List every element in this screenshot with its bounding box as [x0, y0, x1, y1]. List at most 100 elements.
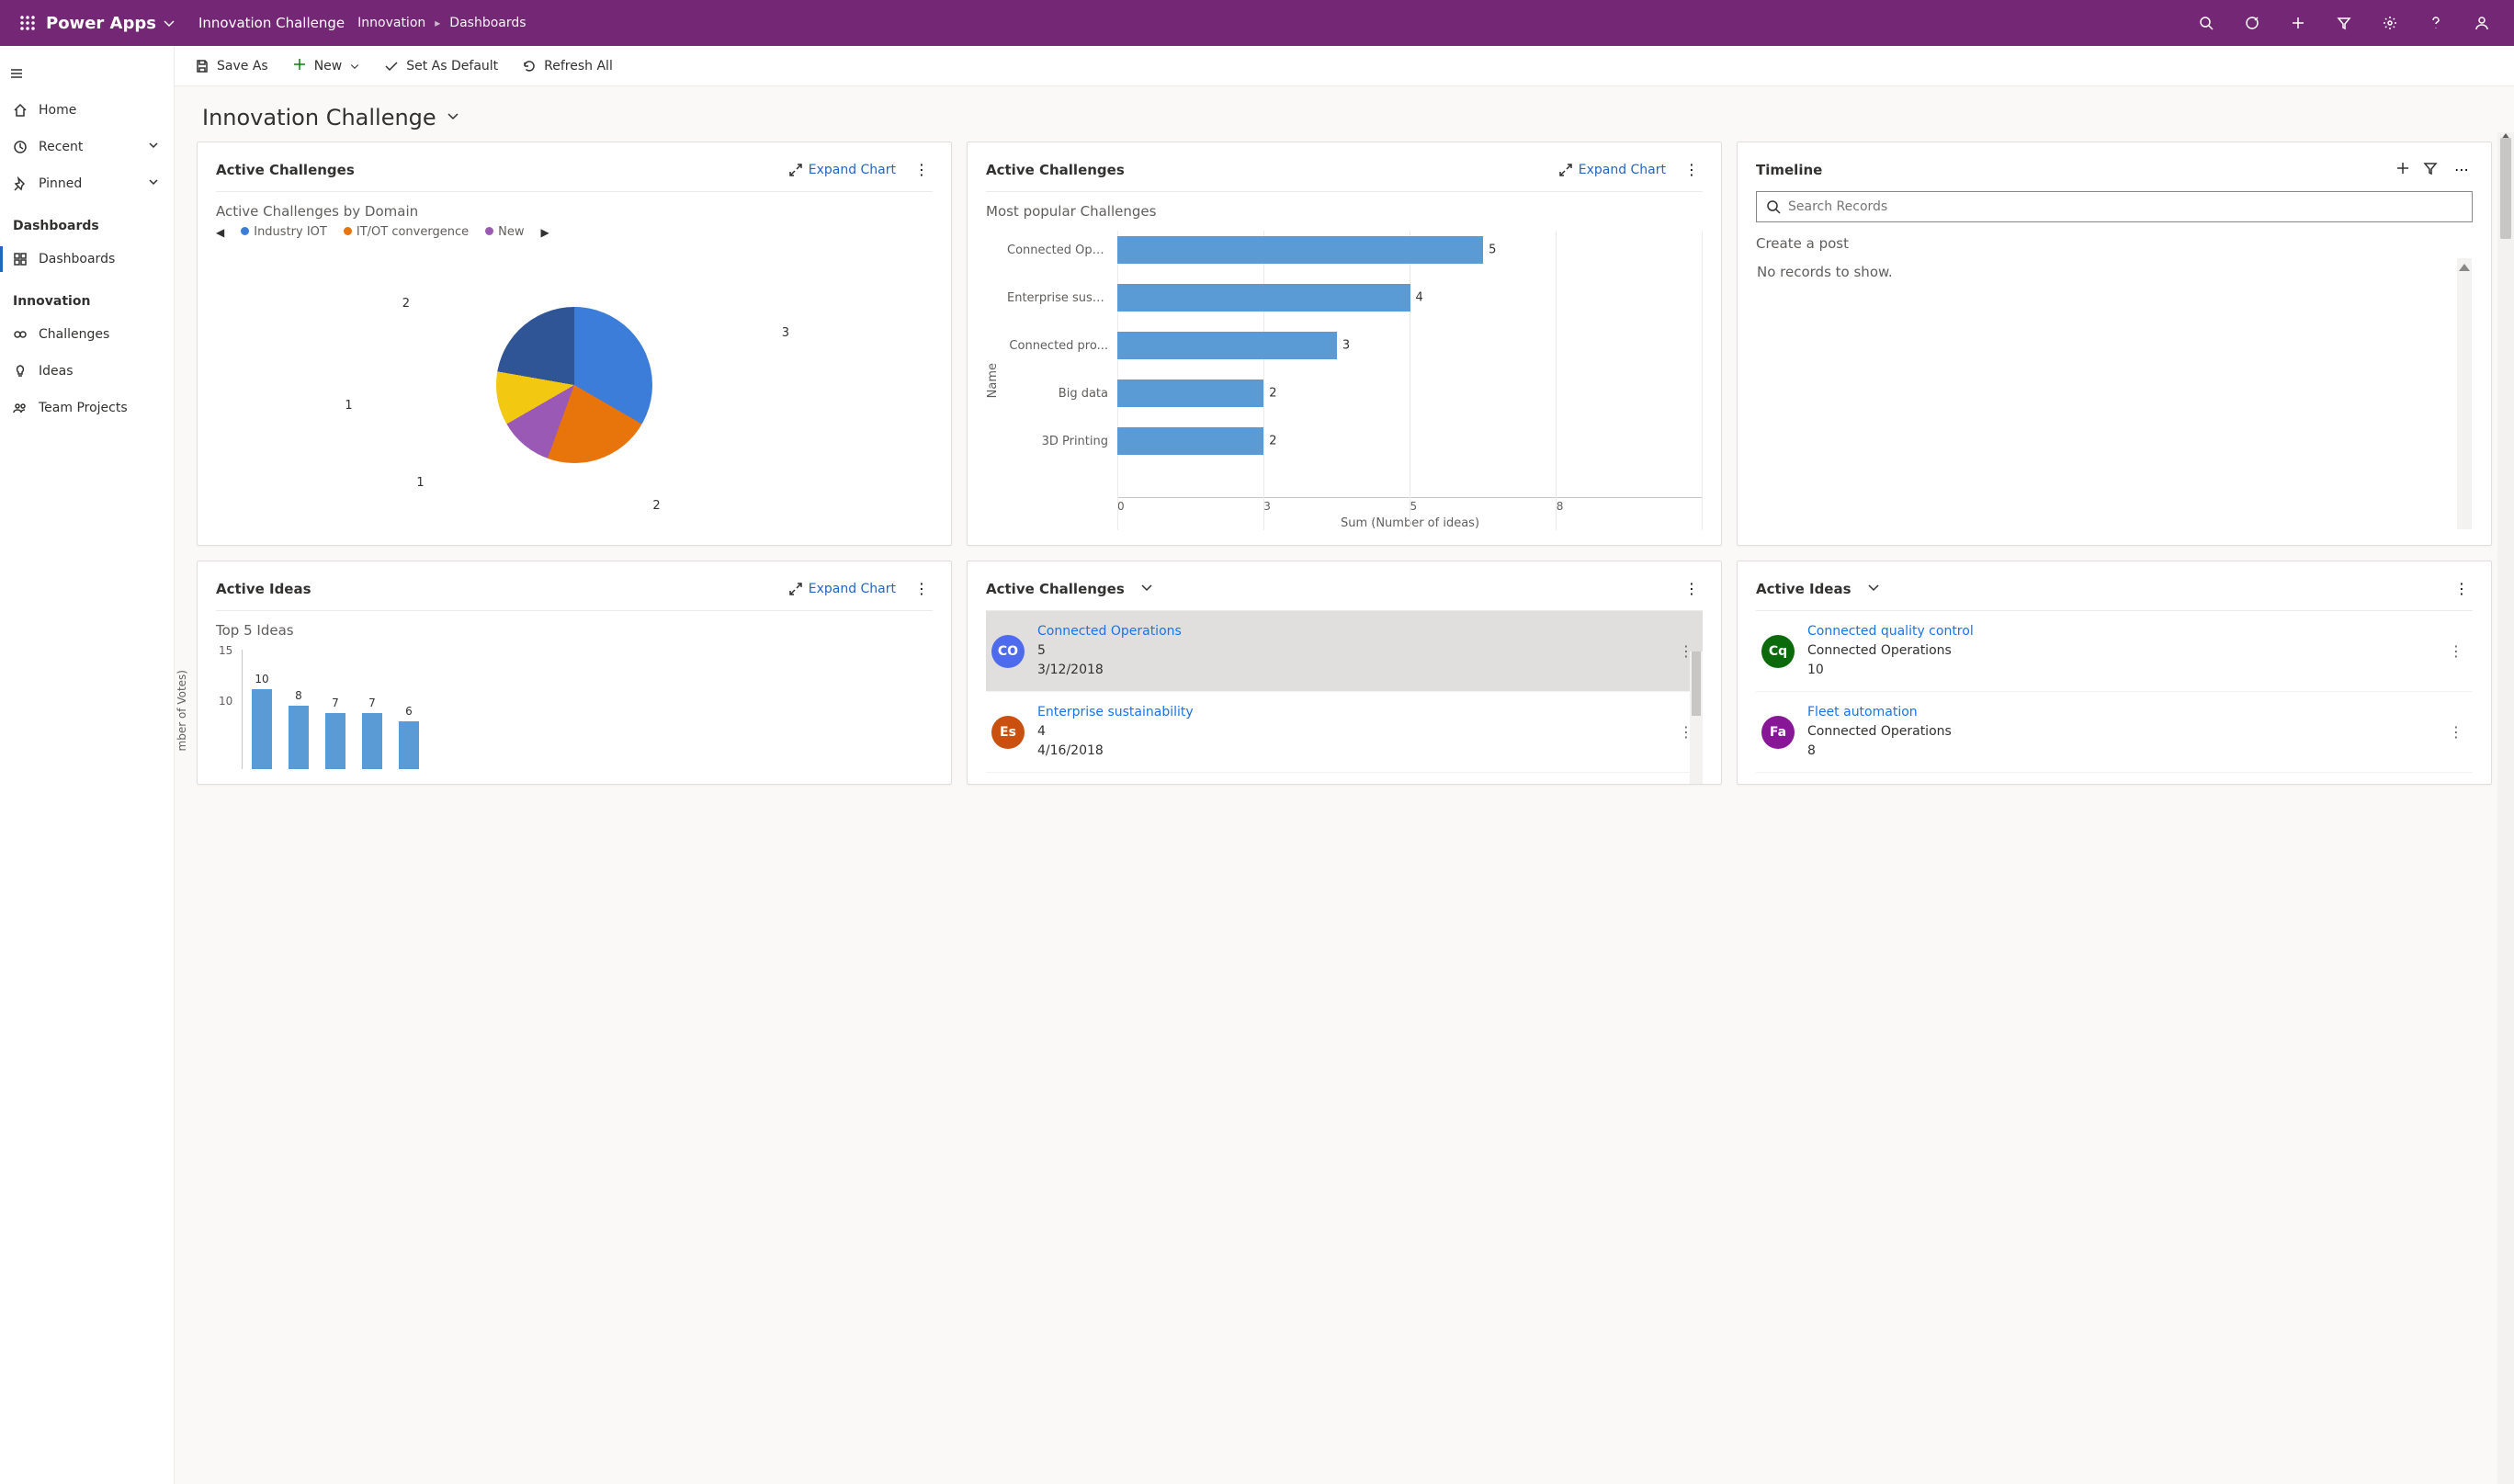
- avatar: CO: [991, 635, 1025, 668]
- sidebar-item-team-projects[interactable]: Team Projects: [0, 390, 174, 426]
- pie-chart[interactable]: 3 2 1 1 2: [216, 239, 933, 530]
- legend-item[interactable]: IT/OT convergence: [344, 225, 469, 239]
- sidebar-item-recent[interactable]: Recent: [0, 129, 174, 165]
- brand-dropdown[interactable]: [162, 16, 176, 30]
- bar[interactable]: 10: [252, 689, 272, 769]
- avatar: Es: [991, 716, 1025, 749]
- account-button[interactable]: [2459, 0, 2505, 46]
- bar-category: Enterprise sust...: [1007, 291, 1108, 305]
- settings-button[interactable]: [2367, 0, 2413, 46]
- expand-icon: [1558, 163, 1573, 177]
- sidebar-item-dashboards[interactable]: Dashboards: [0, 241, 174, 278]
- view-selector[interactable]: [1139, 580, 1154, 598]
- list-item[interactable]: EsEnterprise sustainability44/16/2018⋮: [986, 692, 1703, 773]
- row-overflow-button[interactable]: ⋮: [2445, 719, 2467, 744]
- record-link[interactable]: Enterprise sustainability: [1037, 705, 1194, 719]
- y-axis-label: mber of Votes): [176, 670, 188, 751]
- bar[interactable]: 6: [399, 721, 419, 769]
- sidebar-item-home[interactable]: Home: [0, 92, 174, 129]
- saveas-button[interactable]: Save As: [195, 59, 268, 74]
- app-name[interactable]: Innovation Challenge: [198, 15, 345, 31]
- sidebar-item-pinned[interactable]: Pinned: [0, 165, 174, 202]
- card-overflow-button[interactable]: ⋮: [911, 157, 933, 182]
- assistant-button[interactable]: [2229, 0, 2275, 46]
- record-link[interactable]: Connected Operations: [1037, 624, 1182, 639]
- list-item[interactable]: FaFleet automationConnected Operations8⋮: [1756, 692, 2473, 773]
- sidebar-item-ideas[interactable]: Ideas: [0, 353, 174, 390]
- gear-icon: [2383, 16, 2397, 30]
- bar-value: 2: [1269, 387, 1276, 401]
- search-icon: [1766, 199, 1781, 214]
- bar[interactable]: 7: [362, 713, 382, 769]
- expand-chart-button[interactable]: Expand Chart: [1558, 163, 1666, 177]
- app-launcher-icon[interactable]: [9, 16, 46, 30]
- breadcrumb-item[interactable]: Innovation: [357, 16, 425, 30]
- title-dropdown[interactable]: [446, 108, 460, 127]
- chart-legend: ◀ Industry IOT IT/OT convergence New ▶: [216, 225, 933, 239]
- bar[interactable]: 8: [289, 706, 309, 769]
- timeline-add-button[interactable]: [2395, 161, 2410, 179]
- help-button[interactable]: [2413, 0, 2459, 46]
- add-button[interactable]: [2275, 0, 2321, 46]
- list-item[interactable]: CqConnected quality controlConnected Ope…: [1756, 611, 2473, 692]
- expand-icon: [788, 582, 803, 596]
- expand-chart-button[interactable]: Expand Chart: [788, 163, 896, 177]
- card-overflow-button[interactable]: ⋮: [911, 576, 933, 601]
- expand-chart-button[interactable]: Expand Chart: [788, 582, 896, 596]
- legend-prev-button[interactable]: ◀: [216, 226, 224, 239]
- people-icon: [13, 401, 28, 415]
- command-bar: Save As New Set As Default Refresh All: [175, 46, 2514, 86]
- bar-row[interactable]: 3D Printing2: [1007, 427, 1703, 455]
- bar-row[interactable]: Connected pro...3: [1007, 332, 1703, 359]
- bar-value: 3: [1342, 339, 1350, 353]
- bar-chart[interactable]: 15 10 108776: [242, 650, 933, 769]
- timeline-search-input[interactable]: [1788, 199, 2463, 214]
- card-overflow-button[interactable]: ⋮: [1681, 576, 1703, 601]
- sidebar-item-challenges[interactable]: Challenges: [0, 316, 174, 353]
- legend-item[interactable]: New: [485, 225, 524, 239]
- set-default-button[interactable]: Set As Default: [384, 59, 498, 74]
- timeline-overflow-button[interactable]: ⋯: [2451, 157, 2473, 182]
- bar-row[interactable]: Big data2: [1007, 379, 1703, 407]
- chevron-down-icon: [349, 61, 360, 72]
- scrollbar[interactable]: [1690, 651, 1703, 784]
- bar-row[interactable]: Connected Ope...5: [1007, 236, 1703, 264]
- sidebar-group-label: Dashboards: [0, 202, 174, 241]
- list-item[interactable]: COConnected Operations53/12/2018⋮: [986, 611, 1703, 692]
- target-icon: [2245, 16, 2259, 30]
- chevron-down-icon: [146, 138, 161, 156]
- filter-button[interactable]: [2321, 0, 2367, 46]
- main-scrollbar[interactable]: [2497, 132, 2514, 1484]
- create-post-link[interactable]: Create a post: [1756, 235, 2473, 252]
- brand-label[interactable]: Power Apps: [46, 14, 156, 33]
- bar-category: Connected Ope...: [1007, 244, 1108, 257]
- refresh-button[interactable]: Refresh All: [522, 59, 613, 74]
- bar-chart[interactable]: Name Connected Ope...5Enterprise sust...…: [986, 231, 1703, 530]
- bar[interactable]: 7: [325, 713, 345, 769]
- view-selector[interactable]: [1866, 580, 1881, 598]
- record-line2: Connected Operations: [1807, 724, 1952, 739]
- bar-row[interactable]: Enterprise sust... 4: [1007, 284, 1703, 312]
- timeline-search[interactable]: [1756, 191, 2473, 222]
- legend-item[interactable]: Industry IOT: [241, 225, 327, 239]
- dashboard-scroll[interactable]: Active Challenges Expand Chart ⋮ Active …: [175, 142, 2514, 1484]
- chevron-down-icon: [146, 175, 161, 193]
- legend-next-button[interactable]: ▶: [540, 226, 549, 239]
- chevron-down-icon: [1139, 580, 1154, 595]
- sidebar-group-label: Innovation: [0, 278, 174, 316]
- card-overflow-button[interactable]: ⋮: [1681, 157, 1703, 182]
- sidebar-toggle[interactable]: [0, 55, 174, 92]
- record-link[interactable]: Fleet automation: [1807, 705, 1918, 719]
- card-overflow-button[interactable]: ⋮: [2451, 576, 2473, 601]
- card-title: Active Ideas: [216, 581, 311, 597]
- scrollbar[interactable]: [2457, 258, 2472, 529]
- bar-value: 4: [1416, 291, 1423, 305]
- row-overflow-button[interactable]: ⋮: [2445, 639, 2467, 663]
- record-line3: 4/16/2018: [1037, 743, 1104, 758]
- timeline-filter-button[interactable]: [2423, 161, 2438, 179]
- record-link[interactable]: Connected quality control: [1807, 624, 1974, 639]
- card-active-challenges-list: Active Challenges ⋮ COConnected Operatio…: [967, 561, 1722, 785]
- search-button[interactable]: [2183, 0, 2229, 46]
- new-button[interactable]: New: [292, 57, 361, 75]
- breadcrumb-item[interactable]: Dashboards: [449, 16, 526, 30]
